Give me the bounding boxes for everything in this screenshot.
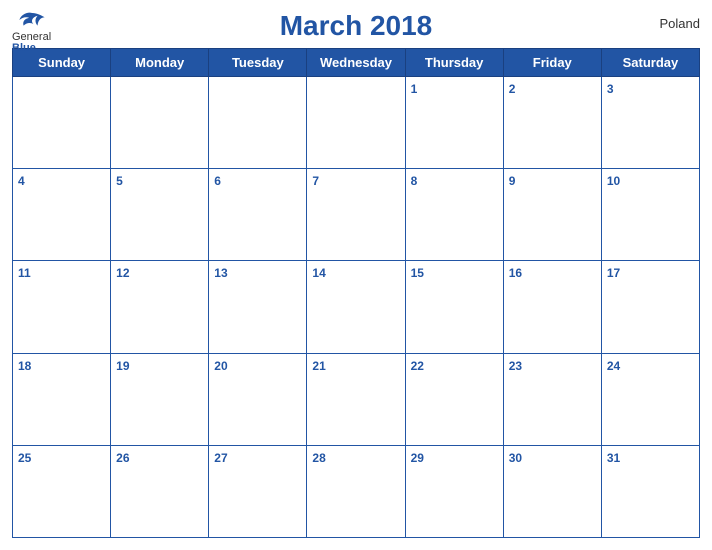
calendar-week-row: 4 5 6 7 8 9 10 (13, 169, 700, 261)
calendar-cell: 18 (13, 353, 111, 445)
calendar-cell: 5 (111, 169, 209, 261)
calendar-cell (307, 77, 405, 169)
day-number: 16 (509, 266, 522, 280)
day-number: 6 (214, 174, 221, 188)
calendar-week-row: 11 12 13 14 15 16 17 (13, 261, 700, 353)
calendar-cell: 10 (601, 169, 699, 261)
day-number: 15 (411, 266, 424, 280)
calendar-cell: 4 (13, 169, 111, 261)
calendar-title: March 2018 (280, 10, 433, 42)
calendar-cell: 26 (111, 445, 209, 537)
calendar-cell (209, 77, 307, 169)
calendar-cell (111, 77, 209, 169)
calendar-week-row: 1 2 3 (13, 77, 700, 169)
calendar-cell: 30 (503, 445, 601, 537)
weekday-header-monday: Monday (111, 49, 209, 77)
day-number: 20 (214, 359, 227, 373)
calendar-container: General Blue March 2018 Poland SundayMon… (0, 0, 712, 550)
day-number: 28 (312, 451, 325, 465)
calendar-cell: 20 (209, 353, 307, 445)
day-number: 13 (214, 266, 227, 280)
day-number: 25 (18, 451, 31, 465)
calendar-cell: 6 (209, 169, 307, 261)
weekday-header-tuesday: Tuesday (209, 49, 307, 77)
day-number: 31 (607, 451, 620, 465)
weekday-header-friday: Friday (503, 49, 601, 77)
calendar-cell: 21 (307, 353, 405, 445)
calendar-cell: 28 (307, 445, 405, 537)
day-number: 22 (411, 359, 424, 373)
day-number: 29 (411, 451, 424, 465)
day-number: 26 (116, 451, 129, 465)
calendar-cell: 12 (111, 261, 209, 353)
logo-area: General Blue (12, 10, 51, 54)
weekday-header-thursday: Thursday (405, 49, 503, 77)
weekday-header-wednesday: Wednesday (307, 49, 405, 77)
calendar-cell: 27 (209, 445, 307, 537)
day-number: 17 (607, 266, 620, 280)
calendar-cell: 14 (307, 261, 405, 353)
weekday-header-row: SundayMondayTuesdayWednesdayThursdayFrid… (13, 49, 700, 77)
day-number: 27 (214, 451, 227, 465)
calendar-cell: 9 (503, 169, 601, 261)
calendar-cell: 3 (601, 77, 699, 169)
calendar-cell: 17 (601, 261, 699, 353)
calendar-cell (13, 77, 111, 169)
calendar-week-row: 18 19 20 21 22 23 24 (13, 353, 700, 445)
calendar-week-row: 25 26 27 28 29 30 31 (13, 445, 700, 537)
day-number: 18 (18, 359, 31, 373)
calendar-cell: 15 (405, 261, 503, 353)
calendar-table: SundayMondayTuesdayWednesdayThursdayFrid… (12, 48, 700, 538)
calendar-cell: 11 (13, 261, 111, 353)
calendar-cell: 13 (209, 261, 307, 353)
calendar-cell: 24 (601, 353, 699, 445)
logo-blue-text: Blue (12, 43, 36, 54)
calendar-cell: 22 (405, 353, 503, 445)
day-number: 14 (312, 266, 325, 280)
day-number: 30 (509, 451, 522, 465)
day-number: 1 (411, 82, 418, 96)
calendar-cell: 25 (13, 445, 111, 537)
day-number: 5 (116, 174, 123, 188)
day-number: 4 (18, 174, 25, 188)
day-number: 23 (509, 359, 522, 373)
calendar-cell: 29 (405, 445, 503, 537)
calendar-cell: 16 (503, 261, 601, 353)
day-number: 2 (509, 82, 516, 96)
calendar-cell: 23 (503, 353, 601, 445)
day-number: 21 (312, 359, 325, 373)
weekday-header-saturday: Saturday (601, 49, 699, 77)
country-label: Poland (660, 16, 700, 31)
logo-bird-icon (18, 10, 46, 30)
day-number: 12 (116, 266, 129, 280)
calendar-cell: 1 (405, 77, 503, 169)
day-number: 10 (607, 174, 620, 188)
day-number: 24 (607, 359, 620, 373)
calendar-cell: 19 (111, 353, 209, 445)
day-number: 11 (18, 266, 31, 280)
day-number: 3 (607, 82, 614, 96)
day-number: 7 (312, 174, 319, 188)
day-number: 9 (509, 174, 516, 188)
day-number: 19 (116, 359, 129, 373)
logo-text: General Blue (12, 32, 51, 54)
calendar-cell: 8 (405, 169, 503, 261)
calendar-cell: 2 (503, 77, 601, 169)
day-number: 8 (411, 174, 418, 188)
calendar-header: General Blue March 2018 Poland (12, 10, 700, 42)
calendar-cell: 31 (601, 445, 699, 537)
calendar-cell: 7 (307, 169, 405, 261)
